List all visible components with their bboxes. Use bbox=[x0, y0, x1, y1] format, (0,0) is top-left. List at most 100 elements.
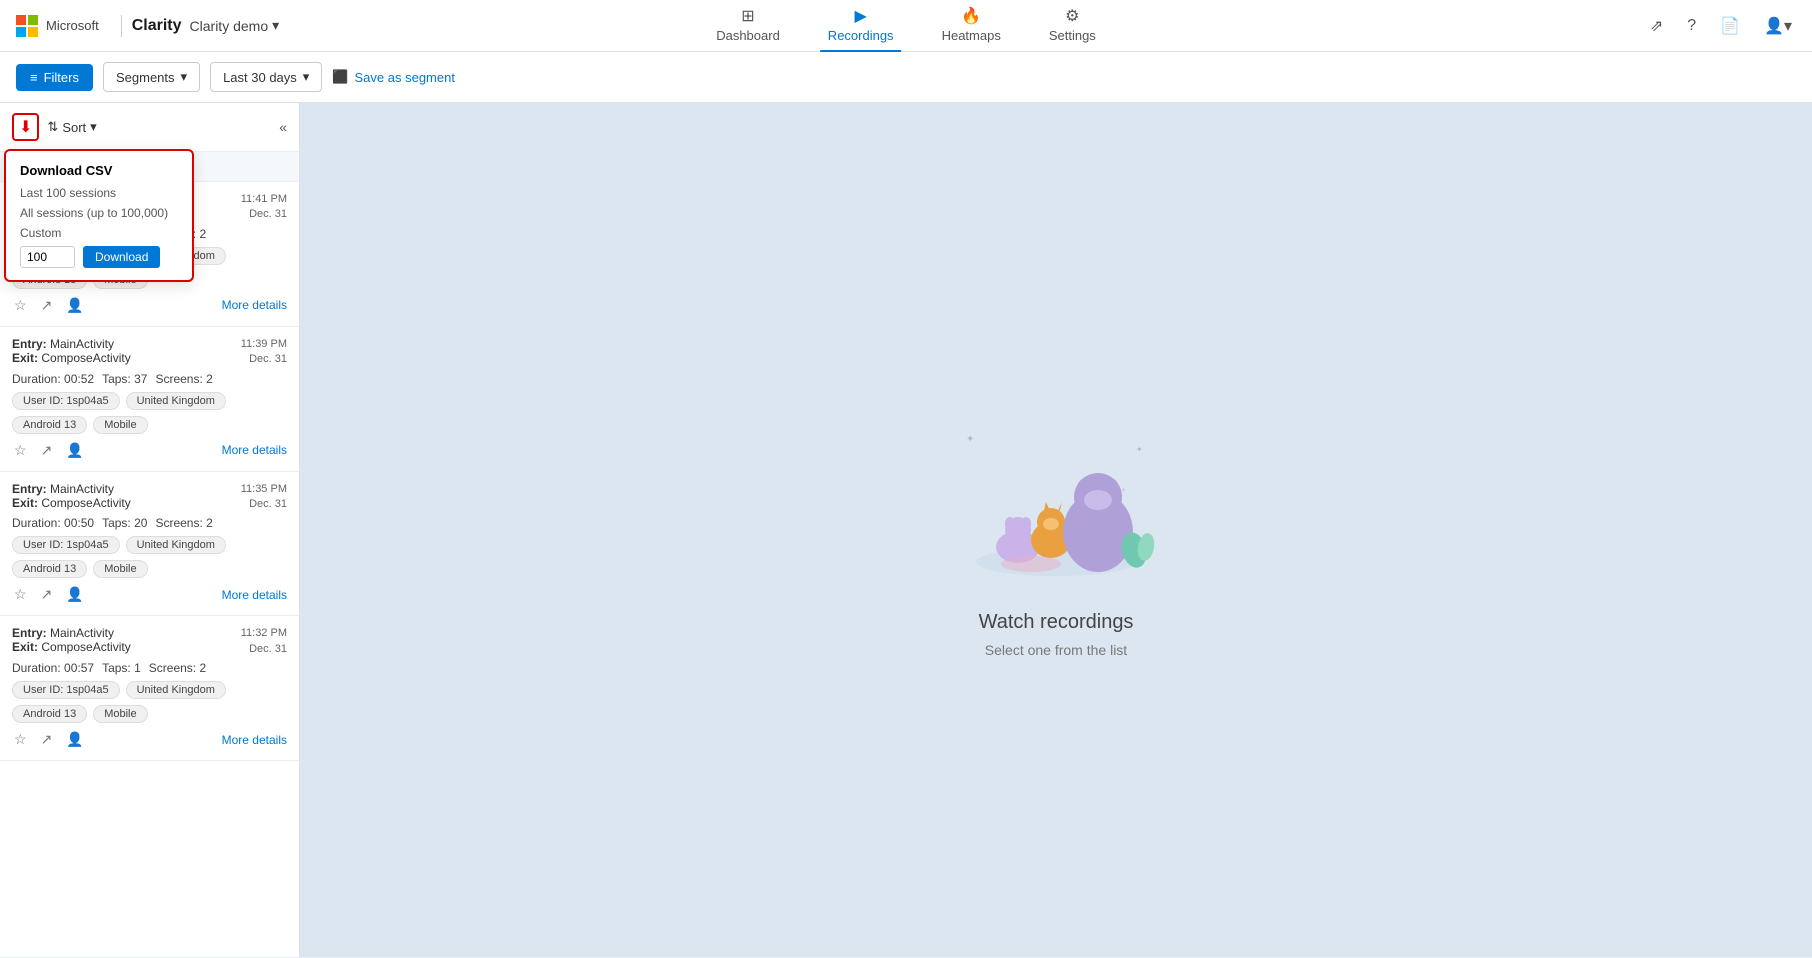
card-entry-exit-3: Entry: MainActivity Exit: ComposeActivit… bbox=[12, 626, 131, 654]
nav-item-recordings[interactable]: ▶ Recordings bbox=[820, 0, 902, 52]
save-segment-label: Save as segment bbox=[355, 70, 455, 85]
card-time-2: 11:35 PMDec. 31 bbox=[241, 482, 287, 513]
dashboard-icon: ⊞ bbox=[741, 6, 754, 26]
save-icon: ⬛ bbox=[332, 69, 348, 85]
card-entry-2: Entry: MainActivity bbox=[12, 482, 131, 496]
card-duration-2: Duration: 00:50 bbox=[12, 516, 94, 530]
card-actions-0: ☆ ↗ 👤 More details bbox=[12, 295, 287, 316]
nav-label-settings: Settings bbox=[1049, 28, 1096, 43]
card-os-tag-2: Android 13 bbox=[12, 560, 87, 578]
download-csv-button[interactable]: ⬇ bbox=[12, 113, 39, 141]
sort-button[interactable]: ⇅ Sort ▾ bbox=[47, 119, 96, 135]
card-actions-1: ☆ ↗ 👤 More details bbox=[12, 440, 287, 461]
app-title: Clarity bbox=[132, 17, 182, 35]
save-segment-button[interactable]: ⬛ Save as segment bbox=[332, 69, 455, 85]
sort-chevron-icon: ▾ bbox=[90, 119, 97, 135]
card-taps-1: Taps: 37 bbox=[102, 372, 147, 386]
user-avatar-btn[interactable]: 👤▾ bbox=[1760, 12, 1796, 40]
card-more-details-link-1[interactable]: More details bbox=[222, 443, 287, 457]
card-tags-1: User ID: 1sp04a5 United Kingdom bbox=[12, 392, 287, 410]
popup-custom-row: Download bbox=[20, 246, 178, 268]
heatmaps-icon: 🔥 bbox=[961, 6, 981, 26]
left-panel: ⬇ ⇅ Sort ▾ « Download CSV Last 100 sessi… bbox=[0, 103, 300, 957]
card-screens-3: Screens: 2 bbox=[149, 661, 206, 675]
card-duration-3: Duration: 00:57 bbox=[12, 661, 94, 675]
date-range-button[interactable]: Last 30 days ▾ bbox=[210, 62, 322, 92]
card-favorite-btn-3[interactable]: ☆ bbox=[12, 729, 29, 750]
card-share-btn-1[interactable]: ↗ bbox=[39, 440, 55, 461]
panel-header-left: ⬇ ⇅ Sort ▾ bbox=[12, 113, 97, 141]
ms-logo-icon bbox=[16, 15, 38, 37]
card-time-0: 11:41 PMDec. 31 bbox=[241, 192, 287, 223]
card-country-tag-3: United Kingdom bbox=[126, 681, 226, 699]
card-user-btn-2[interactable]: 👤 bbox=[64, 584, 85, 605]
nav-item-dashboard[interactable]: ⊞ Dashboard bbox=[708, 0, 788, 52]
card-entry-3: Entry: MainActivity bbox=[12, 626, 131, 640]
card-share-btn-2[interactable]: ↗ bbox=[39, 584, 55, 605]
segments-button[interactable]: Segments ▾ bbox=[103, 62, 200, 92]
share-icon-btn[interactable]: ⇗ bbox=[1646, 12, 1667, 40]
svg-text:✦: ✦ bbox=[966, 434, 974, 445]
card-meta-2: Duration: 00:50 Taps: 20 Screens: 2 bbox=[12, 516, 287, 530]
card-userid-tag-2: User ID: 1sp04a5 bbox=[12, 536, 120, 554]
card-userid-tag-1: User ID: 1sp04a5 bbox=[12, 392, 120, 410]
card-more-details-link-2[interactable]: More details bbox=[222, 588, 287, 602]
nav-item-heatmaps[interactable]: 🔥 Heatmaps bbox=[934, 0, 1009, 52]
card-share-btn-3[interactable]: ↗ bbox=[39, 729, 55, 750]
document-icon-btn[interactable]: 📄 bbox=[1716, 12, 1744, 40]
segments-chevron-icon: ▾ bbox=[181, 69, 188, 85]
help-icon-btn[interactable]: ? bbox=[1683, 13, 1700, 39]
card-meta-1: Duration: 00:52 Taps: 37 Screens: 2 bbox=[12, 372, 287, 386]
card-userid-tag-3: User ID: 1sp04a5 bbox=[12, 681, 120, 699]
card-duration-1: Duration: 00:52 bbox=[12, 372, 94, 386]
sort-label: Sort bbox=[62, 120, 86, 135]
card-tags-2: User ID: 1sp04a5 United Kingdom bbox=[12, 536, 287, 554]
card-header-2: Entry: MainActivity Exit: ComposeActivit… bbox=[12, 482, 287, 513]
card-header-1: Entry: MainActivity Exit: ComposeActivit… bbox=[12, 337, 287, 368]
toolbar: ≡ Filters Segments ▾ Last 30 days ▾ ⬛ Sa… bbox=[0, 52, 1812, 103]
popup-option-all[interactable]: All sessions (up to 100,000) bbox=[20, 206, 178, 220]
filters-button[interactable]: ≡ Filters bbox=[16, 64, 93, 91]
svg-text:✦: ✦ bbox=[1121, 487, 1126, 494]
card-more-details-link-0[interactable]: More details bbox=[222, 298, 287, 312]
project-selector[interactable]: Clarity demo ▾ bbox=[190, 17, 280, 34]
card-user-btn-0[interactable]: 👤 bbox=[64, 295, 85, 316]
card-country-tag-2: United Kingdom bbox=[126, 536, 226, 554]
card-share-btn-0[interactable]: ↗ bbox=[39, 295, 55, 316]
card-user-btn-1[interactable]: 👤 bbox=[64, 440, 85, 461]
card-actions-3: ☆ ↗ 👤 More details bbox=[12, 729, 287, 750]
card-favorite-btn-2[interactable]: ☆ bbox=[12, 584, 29, 605]
filters-label: Filters bbox=[44, 70, 79, 85]
popup-custom-label: Custom bbox=[20, 226, 178, 240]
brand-microsoft: Microsoft bbox=[46, 18, 99, 33]
popup-download-button[interactable]: Download bbox=[83, 246, 160, 268]
card-more-details-link-3[interactable]: More details bbox=[222, 733, 287, 747]
sort-icon: ⇅ bbox=[47, 119, 58, 135]
nav-label-dashboard: Dashboard bbox=[716, 28, 780, 43]
card-tags-3: User ID: 1sp04a5 United Kingdom bbox=[12, 681, 287, 699]
project-name: Clarity demo bbox=[190, 18, 269, 34]
watch-illustration: ✦ ✦ ✦ bbox=[946, 402, 1166, 587]
card-favorite-btn-1[interactable]: ☆ bbox=[12, 440, 29, 461]
recordings-icon: ▶ bbox=[855, 6, 867, 26]
nav-label-recordings: Recordings bbox=[828, 28, 894, 43]
popup-custom-input[interactable] bbox=[20, 246, 75, 268]
card-user-btn-3[interactable]: 👤 bbox=[64, 729, 85, 750]
recording-card[interactable]: Entry: MainActivity Exit: ComposeActivit… bbox=[0, 472, 299, 617]
recording-card[interactable]: Entry: MainActivity Exit: ComposeActivit… bbox=[0, 327, 299, 472]
card-favorite-btn-0[interactable]: ☆ bbox=[12, 295, 29, 316]
watch-recordings-subtitle: Select one from the list bbox=[985, 642, 1127, 658]
popup-title: Download CSV bbox=[20, 163, 178, 178]
card-os-tag-1: Android 13 bbox=[12, 416, 87, 434]
animals-illustration: ✦ ✦ ✦ bbox=[946, 402, 1166, 582]
popup-option-100[interactable]: Last 100 sessions bbox=[20, 186, 178, 200]
settings-icon: ⚙ bbox=[1065, 6, 1079, 26]
card-os-tag-3: Android 13 bbox=[12, 705, 87, 723]
segments-label: Segments bbox=[116, 70, 175, 85]
nav-item-settings[interactable]: ⚙ Settings bbox=[1041, 0, 1104, 52]
collapse-panel-button[interactable]: « bbox=[279, 119, 287, 135]
recording-card[interactable]: Entry: MainActivity Exit: ComposeActivit… bbox=[0, 616, 299, 761]
card-header-3: Entry: MainActivity Exit: ComposeActivit… bbox=[12, 626, 287, 657]
brand-area: Microsoft bbox=[16, 15, 99, 37]
card-device-tag-3: Mobile bbox=[93, 705, 147, 723]
